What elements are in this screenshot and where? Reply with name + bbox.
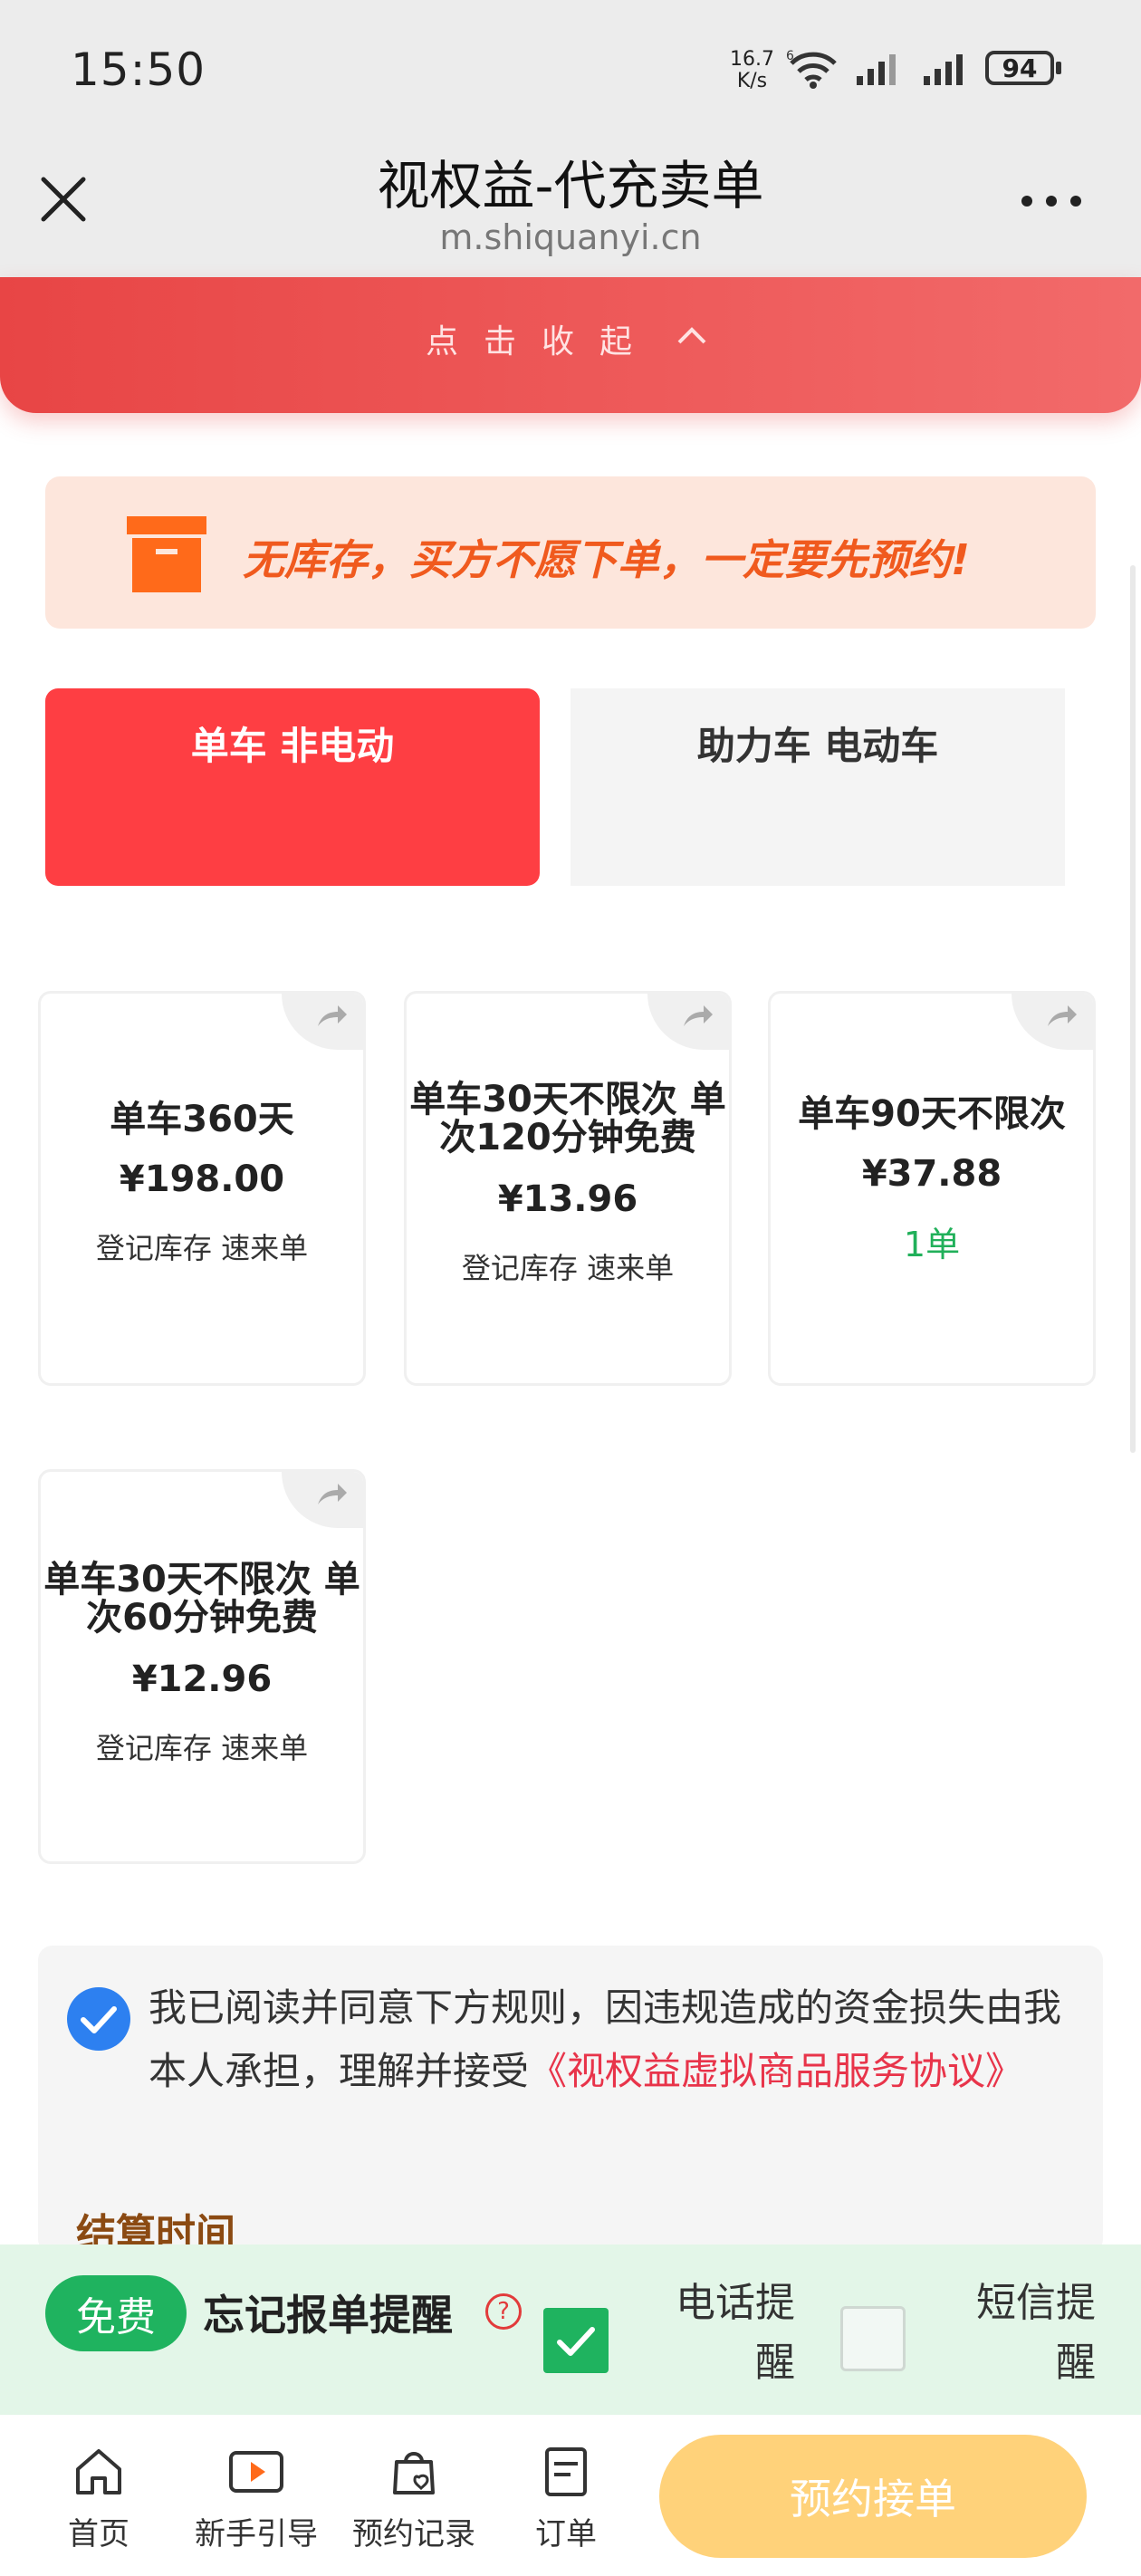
share-icon[interactable]	[1012, 994, 1093, 1050]
product-card[interactable]: 单车360天 ¥198.00 登记库存 速来单	[38, 991, 366, 1386]
product-card[interactable]: 单车30天不限次 单 次120分钟免费 ¥13.96 登记库存 速来单	[404, 991, 732, 1386]
scrollbar[interactable]	[1130, 565, 1136, 1453]
order-list-icon	[545, 2447, 587, 2496]
product-card[interactable]: 单车30天不限次 单 次60分钟免费 ¥12.96 登记库存 速来单	[38, 1469, 366, 1864]
archive-box-icon	[125, 513, 208, 600]
page-title: 视权益-代充卖单	[377, 155, 764, 216]
bag-heart-icon	[393, 2452, 435, 2494]
chevron-up-icon[interactable]	[674, 319, 710, 359]
product-price: ¥13.96	[497, 1178, 638, 1220]
product-price: ¥198.00	[119, 1158, 285, 1200]
check-icon	[557, 2327, 595, 2356]
service-agreement-link[interactable]: 《视权益虚拟商品服务协议》	[529, 2049, 1023, 2093]
nav-label: 预约记录	[352, 2516, 475, 2552]
more-options-icon[interactable]	[1021, 192, 1081, 210]
status-time: 15:50	[71, 43, 206, 96]
home-icon	[76, 2449, 121, 2494]
phone-reminder-label[interactable]: 电话提醒	[650, 2273, 795, 2393]
wifi-label: 6	[786, 49, 794, 63]
product-price: ¥12.96	[131, 1658, 273, 1700]
reminder-label: 忘记报单提醒	[203, 2291, 453, 2340]
cell-signal-icon	[922, 51, 969, 91]
share-icon[interactable]	[282, 994, 363, 1050]
help-icon[interactable]: ?	[485, 2293, 522, 2330]
product-name-line2: 次60分钟免费	[86, 1597, 318, 1639]
tab-e-bike-label[interactable]: 助力车 电动车	[570, 716, 1065, 771]
phone-reminder-checkbox[interactable]	[543, 2308, 609, 2373]
check-icon	[81, 2006, 117, 2033]
network-speed-unit: K/s	[736, 70, 768, 92]
product-status: 登记库存 速来单	[95, 1731, 309, 1765]
notice-text: 无库存，买方不愿下单，一定要先预约!	[243, 535, 970, 584]
agreement-text: 我已阅读并同意下方规则，因违规造成的资金损失由我本人承担，理解并接受《视权益虚拟…	[149, 1976, 1063, 2103]
nav-label: 首页	[68, 2516, 129, 2552]
tab-bicycle-label[interactable]: 单车 非电动	[45, 716, 540, 771]
product-status: 登记库存 速来单	[461, 1251, 675, 1285]
nav-label: 订单	[535, 2516, 597, 2552]
product-card[interactable]: 单车90天不限次 ¥37.88 1单	[768, 991, 1096, 1386]
close-icon[interactable]	[36, 172, 91, 226]
product-name-line1: 单车30天不限次 单	[43, 1559, 360, 1600]
page-url: m.shiquanyi.cn	[439, 217, 702, 257]
product-status: 1单	[903, 1225, 961, 1264]
play-video-icon	[229, 2451, 283, 2493]
free-badge: 免费	[45, 2275, 187, 2351]
product-name: 单车90天不限次	[798, 1093, 1066, 1135]
wifi-icon: 6	[784, 49, 842, 92]
nav-label: 新手引导	[195, 2516, 318, 2552]
network-speed-value: 16.7	[730, 48, 774, 71]
agreement-checkbox[interactable]	[67, 1987, 130, 2051]
product-price: ¥37.88	[861, 1153, 1002, 1195]
network-speed: 16.7 K/s	[730, 49, 774, 92]
share-icon[interactable]	[282, 1472, 363, 1528]
product-name-line2: 次120分钟免费	[439, 1117, 696, 1158]
battery-indicator: 94	[985, 51, 1054, 85]
cell-signal-icon	[855, 51, 902, 91]
product-status: 登记库存 速来单	[95, 1231, 309, 1265]
sms-reminder-checkbox[interactable]	[840, 2306, 906, 2371]
sms-reminder-label[interactable]: 短信提醒	[947, 2273, 1096, 2393]
collapse-label[interactable]: 点击收起	[426, 315, 657, 362]
product-name: 单车360天	[110, 1099, 294, 1140]
share-icon[interactable]	[647, 994, 729, 1050]
reserve-order-button[interactable]: 预约接单	[659, 2435, 1087, 2558]
product-name-line1: 单车30天不限次 单	[409, 1079, 726, 1120]
battery-tip	[1056, 62, 1061, 74]
